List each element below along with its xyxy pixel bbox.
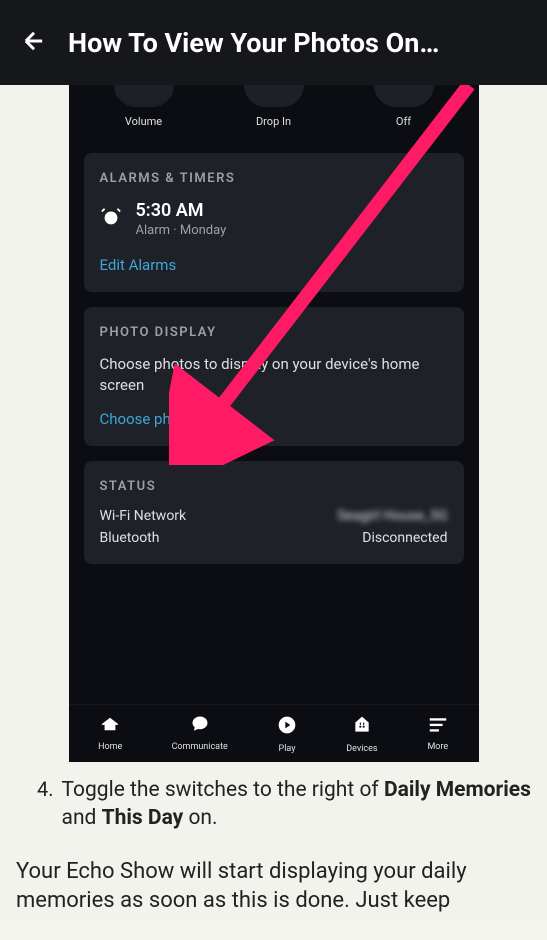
control-volume: Volume [99, 85, 189, 128]
bluetooth-row: Bluetooth Disconnected [100, 530, 448, 546]
alarm-row: 5:30 AM Alarm · Monday [100, 200, 448, 238]
nav-label: Play [279, 744, 296, 754]
control-label: Volume [125, 115, 162, 128]
nav-communicate[interactable]: Communicate [172, 715, 228, 754]
article-paragraph: Your Echo Show will start displaying you… [12, 853, 535, 920]
article-body: Volume Drop In Off ALARMS & TIMERS [0, 85, 547, 920]
text-fragment: Toggle the switches to the right of [62, 778, 384, 802]
wifi-value-text: Seagirl House_5G [337, 508, 447, 524]
wifi-row: Wi-Fi Network Seagirl House_5G [100, 508, 448, 524]
status-title: STATUS [100, 479, 448, 494]
wifi-label: Wi-Fi Network [100, 508, 187, 524]
step-4: 4. Toggle the switches to the right of D… [12, 776, 535, 833]
photo-display-card: PHOTO DISPLAY Choose photos to display o… [84, 307, 464, 446]
nav-label: Home [98, 742, 122, 752]
nav-home[interactable]: Home [98, 715, 122, 754]
bottom-nav: Home Communicate Play [69, 704, 479, 762]
step-text: Toggle the switches to the right of Dail… [62, 776, 535, 833]
spacer [69, 579, 479, 704]
text-bold: Daily Memories [384, 778, 531, 802]
alarms-card: ALARMS & TIMERS 5:30 AM Alarm · Monday E… [84, 153, 464, 292]
control-circle [244, 85, 304, 107]
control-off: Off [359, 85, 449, 128]
menu-icon [427, 715, 449, 737]
alarm-sub: Alarm · Monday [136, 223, 227, 238]
nav-more[interactable]: More [427, 715, 449, 754]
control-label: Drop In [256, 115, 291, 128]
step-number: 4. [37, 777, 54, 801]
alarms-title: ALARMS & TIMERS [100, 171, 448, 186]
control-circle [374, 85, 434, 107]
photo-title: PHOTO DISPLAY [100, 325, 448, 340]
home-icon [99, 715, 121, 737]
nav-devices[interactable]: Devices [346, 715, 377, 754]
bt-label: Bluetooth [100, 530, 160, 546]
status-card: STATUS Wi-Fi Network Seagirl House_5G Bl… [84, 461, 464, 564]
alarm-time: 5:30 AM [136, 200, 227, 221]
control-circle [114, 85, 174, 107]
chat-icon [190, 715, 210, 737]
text-fragment: and [62, 806, 102, 830]
play-icon [277, 715, 297, 739]
edit-alarms-link[interactable]: Edit Alarms [100, 256, 448, 274]
phone-screenshot: Volume Drop In Off ALARMS & TIMERS [69, 85, 479, 762]
text-bold: This Day [102, 806, 184, 830]
control-label: Off [396, 115, 411, 128]
article-text: 4. Toggle the switches to the right of D… [0, 762, 547, 920]
top-controls: Volume Drop In Off [69, 85, 479, 138]
page-header: How To View Your Photos On… [0, 0, 547, 85]
nav-label: Communicate [172, 742, 228, 752]
nav-label: More [427, 742, 448, 752]
bt-value: Disconnected [362, 530, 447, 546]
page-title: How To View Your Photos On… [68, 27, 439, 59]
wifi-value: Seagirl House_5G [337, 508, 447, 524]
control-dropin: Drop In [229, 85, 319, 128]
choose-photos-link[interactable]: Choose photos [100, 410, 448, 428]
text-fragment: on. [183, 806, 217, 830]
nav-play[interactable]: Play [277, 715, 297, 754]
nav-label: Devices [346, 744, 377, 754]
devices-icon [352, 715, 372, 739]
alarm-clock-icon [100, 206, 122, 232]
back-arrow-icon[interactable] [20, 27, 48, 59]
photo-desc: Choose photos to display on your device'… [100, 354, 448, 396]
